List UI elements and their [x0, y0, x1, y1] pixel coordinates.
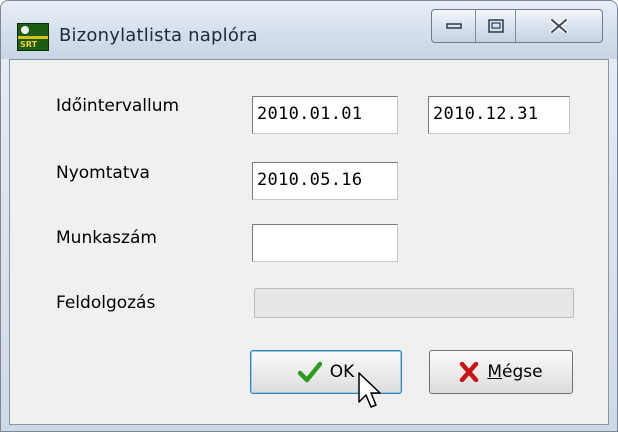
close-button[interactable] — [516, 10, 602, 42]
worknumber-input[interactable] — [252, 224, 398, 262]
cancel-label-rest: égse — [502, 362, 543, 382]
interval-from-input[interactable]: 2010.01.01 — [252, 96, 398, 134]
close-icon — [550, 19, 568, 33]
app-icon-label: SRT — [20, 40, 38, 49]
ok-button-label: OK — [329, 362, 355, 382]
app-icon: SRT — [17, 23, 49, 51]
processing-progress-bar — [254, 288, 574, 318]
minimize-button[interactable] — [432, 10, 476, 42]
checkmark-icon — [297, 361, 322, 383]
processing-label: Feldolgozás — [56, 293, 156, 313]
interval-label: Időintervallum — [56, 96, 180, 116]
maximize-icon — [487, 19, 504, 33]
mouse-pointer-icon — [358, 372, 381, 408]
printed-label: Nyomtatva — [56, 163, 150, 183]
printed-date-input[interactable]: 2010.05.16 — [252, 162, 398, 200]
cancel-button[interactable]: Mégse — [429, 350, 573, 394]
cancel-mnemonic: M — [487, 362, 503, 382]
window-title: Bizonylatlista naplóra — [59, 25, 258, 46]
minimize-icon — [445, 23, 462, 29]
maximize-button[interactable] — [476, 10, 516, 42]
red-x-icon — [460, 362, 479, 382]
cancel-button-label: Mégse — [487, 362, 542, 382]
dialog-client-area: Időintervallum 2010.01.01 2010.12.31 Nyo… — [9, 59, 609, 425]
interval-to-input[interactable]: 2010.12.31 — [428, 96, 570, 134]
caption-buttons — [431, 9, 603, 43]
dialog-window: SRT Bizonylatlista naplóra Időintervallu… — [0, 0, 618, 432]
title-bar[interactable]: SRT Bizonylatlista naplóra — [1, 1, 617, 59]
worknumber-label: Munkaszám — [56, 228, 157, 248]
